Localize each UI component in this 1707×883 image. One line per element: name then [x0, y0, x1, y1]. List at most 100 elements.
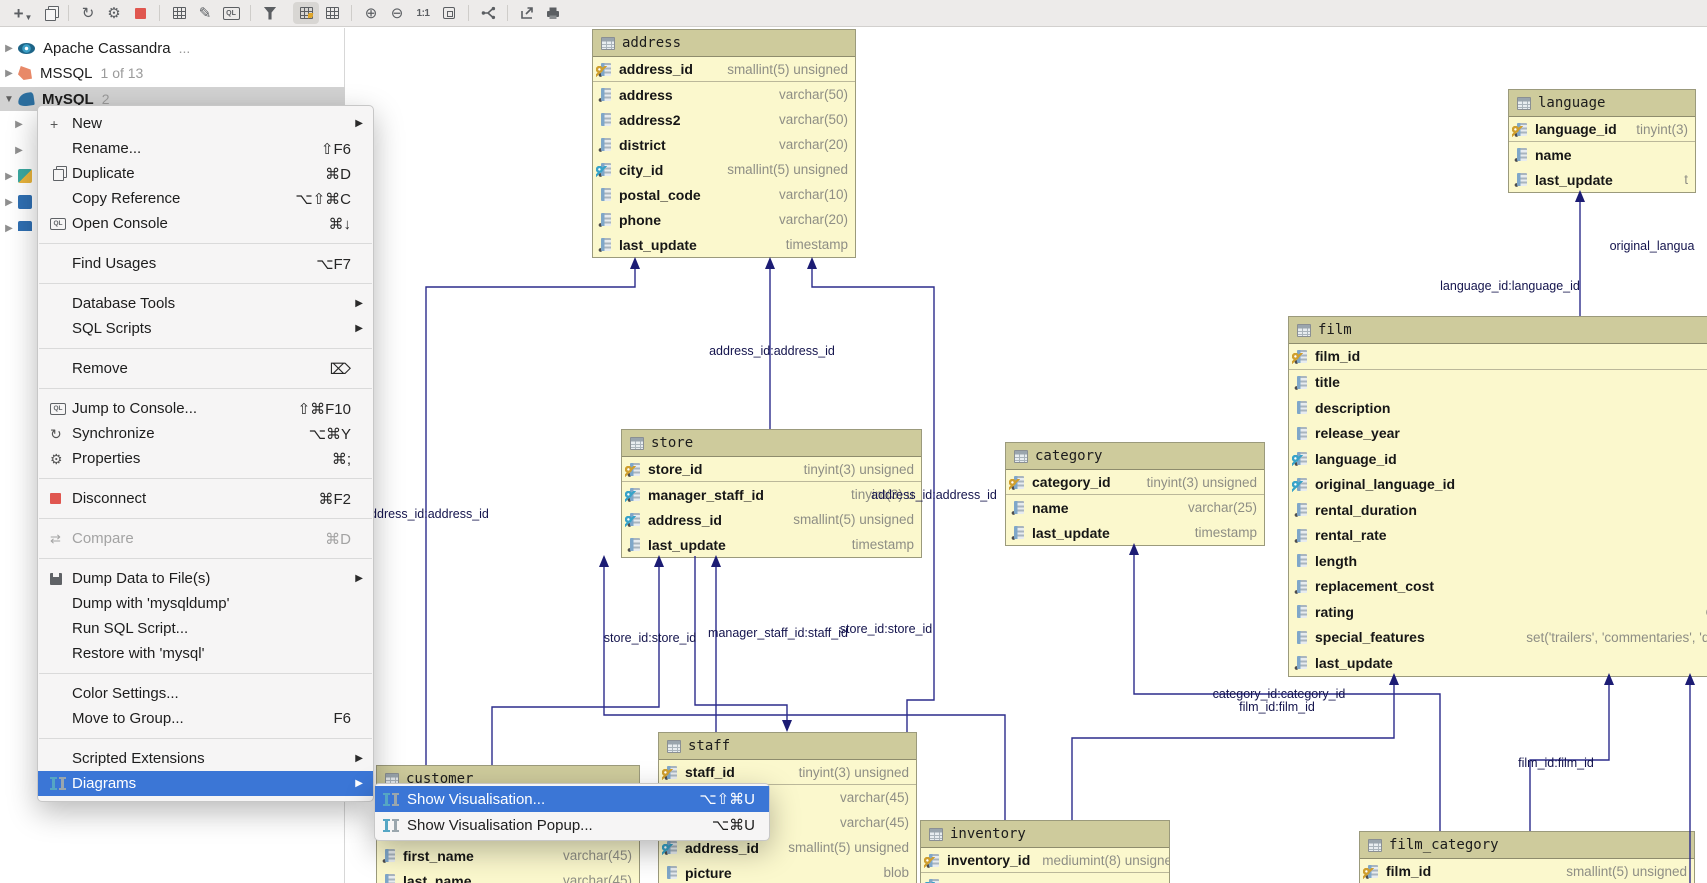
table-row[interactable]: special_features set('trailers', 'comment… [1289, 625, 1707, 651]
table-row[interactable]: category_id tinyint(3) unsigned [1006, 470, 1264, 495]
menu-item-open-console[interactable]: QL Open Console ⌘↓ [38, 211, 373, 236]
table-header[interactable]: inventory [921, 821, 1169, 848]
show-all-columns-toggle[interactable] [319, 2, 345, 24]
table-row[interactable]: address2 varchar(50) [593, 107, 855, 132]
table-row[interactable]: name varchar(25) [1006, 495, 1264, 520]
table-row[interactable]: title [1289, 370, 1707, 396]
table-header[interactable]: film [1289, 317, 1707, 344]
menu-item-duplicate[interactable]: Duplicate ⌘D [38, 161, 373, 186]
duplicate-button[interactable] [36, 2, 62, 24]
table-row[interactable]: store_id tinyint(3) unsigned [622, 457, 921, 482]
menu-item-color-settings[interactable]: Color Settings... [38, 681, 373, 706]
chevron-right-icon[interactable]: ▶ [0, 68, 18, 79]
table-row[interactable]: replacement_cost [1289, 574, 1707, 600]
table-row[interactable]: address varchar(50) [593, 82, 855, 107]
table-row[interactable]: city_id smallint(5) unsigned [593, 157, 855, 182]
table-row[interactable]: rental_rate [1289, 523, 1707, 549]
menu-item-restore-mysql[interactable]: Restore with 'mysql' [38, 641, 373, 666]
menu-item-move-to-group[interactable]: Move to Group... F6 [38, 706, 373, 731]
table-row[interactable]: description [1289, 395, 1707, 421]
table-row[interactable]: phone varchar(20) [593, 207, 855, 232]
table-row[interactable]: original_language_id [1289, 472, 1707, 498]
table-row[interactable]: language_id [1289, 446, 1707, 472]
table-row[interactable]: staff_id tinyint(3) unsigned [659, 760, 916, 785]
table-row[interactable]: length [1289, 548, 1707, 574]
table-row[interactable]: film_id smallint(5) unsigned [1360, 859, 1694, 883]
zoom-in-button[interactable]: ⊕ [358, 2, 384, 24]
table-row[interactable]: language_id tinyint(3) [1509, 117, 1695, 142]
menu-item-sql-scripts[interactable]: SQL Scripts ▶ [38, 316, 373, 341]
chevron-right-icon[interactable]: ▶ [10, 145, 28, 156]
table-row[interactable]: first_name varchar(45) [377, 843, 639, 868]
menu-item-show-visualisation-popup[interactable]: Show Visualisation Popup... ⌥⌘U [375, 812, 769, 838]
menu-item-scripted-extensions[interactable]: Scripted Extensions ▶ [38, 746, 373, 771]
tree-item-cassandra[interactable]: ▶ Apache Cassandra ... [0, 36, 345, 60]
show-key-columns-toggle[interactable] [293, 2, 319, 24]
table-row[interactable]: inventory_id mediumint(8) unsigned [921, 848, 1169, 873]
toolbar-separator [159, 5, 160, 21]
table-row[interactable]: last_update [1289, 650, 1707, 676]
table-row[interactable]: last_update timestamp [593, 232, 855, 257]
print-button[interactable] [540, 2, 566, 24]
export-button[interactable] [514, 2, 540, 24]
open-console-button[interactable]: QL [218, 2, 244, 24]
menu-item-database-tools[interactable]: Database Tools ▶ [38, 291, 373, 316]
chevron-right-icon[interactable]: ▶ [10, 119, 28, 130]
menu-item-compare[interactable]: ⇄ Compare ⌘D [38, 526, 373, 551]
menu-item-rename[interactable]: Rename... ⇧F6 [38, 136, 373, 161]
chevron-right-icon[interactable]: ▶ [0, 223, 18, 234]
chevron-right-icon[interactable]: ▶ [0, 171, 18, 182]
table-row[interactable]: district varchar(20) [593, 132, 855, 157]
table-row[interactable]: picture blob [659, 860, 916, 883]
menu-item-dump-data[interactable]: Dump Data to File(s) ▶ [38, 566, 373, 591]
tree-item-mssql[interactable]: ▶ MSSQL 1 of 13 [0, 61, 345, 85]
table-row[interactable]: address_id smallint(5) unsigned [622, 507, 921, 532]
column-name: last_update [619, 236, 697, 253]
table-row[interactable]: release_year [1289, 421, 1707, 447]
table-header[interactable]: address [593, 30, 855, 57]
table-header[interactable]: category [1006, 443, 1264, 470]
data-source-properties-button[interactable]: ⚙ [101, 2, 127, 24]
table-view-button[interactable] [166, 2, 192, 24]
menu-item-show-visualisation[interactable]: Show Visualisation... ⌥⇧⌘U [375, 786, 769, 812]
table-header[interactable]: language [1509, 90, 1695, 117]
menu-item-dump-mysqldump[interactable]: Dump with 'mysqldump' [38, 591, 373, 616]
menu-item-run-sql-script[interactable]: Run SQL Script... [38, 616, 373, 641]
table-row[interactable]: name [1509, 142, 1695, 167]
menu-item-diagrams[interactable]: Diagrams ▶ [38, 771, 373, 796]
menu-item-remove[interactable]: Remove ⌦ [38, 356, 373, 381]
table-row[interactable]: film_id [1289, 344, 1707, 370]
table-row[interactable]: last_update t [1509, 167, 1695, 192]
add-button[interactable]: + ▼ [10, 2, 36, 24]
table-row[interactable]: rental_duration [1289, 497, 1707, 523]
split-button[interactable] [475, 2, 501, 24]
column-icon [1294, 630, 1311, 645]
menu-item-properties[interactable]: ⚙ Properties ⌘; [38, 446, 373, 471]
table-header[interactable]: staff [659, 733, 916, 760]
stop-button[interactable] [127, 2, 153, 24]
menu-item-jump-to-console[interactable]: QL Jump to Console... ⇧⌘F10 [38, 396, 373, 421]
table-row[interactable]: last_update timestamp [622, 532, 921, 557]
table-header[interactable]: film_category [1360, 832, 1694, 859]
chevron-right-icon[interactable]: ▶ [0, 43, 18, 54]
chevron-down-icon[interactable]: ▼ [0, 94, 18, 105]
table-row[interactable]: postal_code varchar(10) [593, 182, 855, 207]
fit-content-button[interactable] [436, 2, 462, 24]
menu-item-new[interactable]: + New ▶ [38, 111, 373, 136]
table-row[interactable]: last_name varchar(45) [377, 868, 639, 883]
table-row[interactable]: last_update timestamp [1006, 520, 1264, 545]
table-row[interactable] [921, 873, 1169, 883]
zoom-out-button[interactable]: ⊖ [384, 2, 410, 24]
menu-item-find-usages[interactable]: Find Usages ⌥F7 [38, 251, 373, 276]
table-header[interactable]: store [622, 430, 921, 457]
chevron-right-icon[interactable]: ▶ [0, 197, 18, 208]
table-row[interactable]: rating enum('G', 'PG', 'PG-13', 'R', 'NC-… [1289, 599, 1707, 625]
filter-button[interactable] [257, 2, 283, 24]
refresh-button[interactable]: ↻ [75, 2, 101, 24]
menu-item-synchronize[interactable]: ↻ Synchronize ⌥⌘Y [38, 421, 373, 446]
menu-item-disconnect[interactable]: Disconnect ⌘F2 [38, 486, 373, 511]
actual-size-button[interactable]: 1:1 [410, 2, 436, 24]
menu-item-copy-reference[interactable]: Copy Reference ⌥⇧⌘C [38, 186, 373, 211]
table-row[interactable]: address_id smallint(5) unsigned [593, 57, 855, 82]
edit-button[interactable]: ✎ [192, 2, 218, 24]
